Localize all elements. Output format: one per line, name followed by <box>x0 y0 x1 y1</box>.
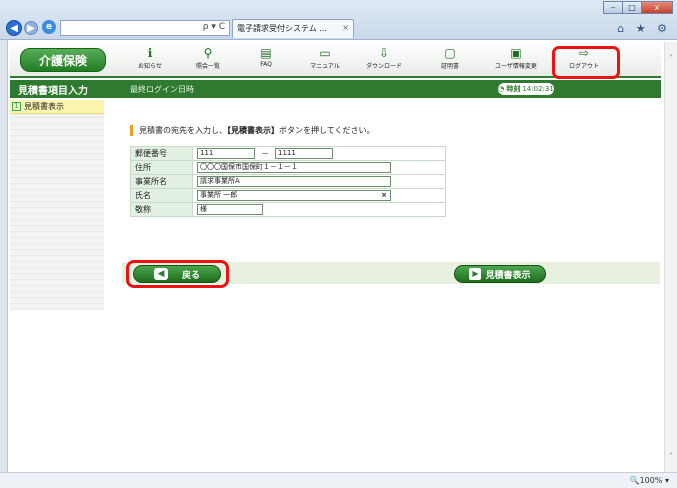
browser-back-icon[interactable]: ◀ <box>6 20 22 36</box>
form-row-address: 住所 〇〇〇国保市国保町１－１－１ <box>130 160 446 175</box>
document-icon: ▶ <box>469 268 482 280</box>
tab-close-icon[interactable]: × <box>342 23 349 32</box>
certificate-icon: ▢ <box>444 46 456 60</box>
postal-label: 郵便番号 <box>130 146 193 161</box>
address-input[interactable]: 〇〇〇国保市国保町１－１－１ <box>197 162 391 173</box>
menu-certificate[interactable]: ▢ 証明書 <box>428 45 472 75</box>
postal-code-2-input[interactable]: 1111 <box>275 148 333 159</box>
service-button[interactable]: 介護保険 <box>20 48 106 72</box>
browser-chrome: ◀ ▶ e ρ ▾ C 電子請求受付システム ... × ‒ □ x ⌂ ★ ⚙ <box>0 0 677 40</box>
notice-icon: ℹ <box>147 46 153 60</box>
form-row-name: 氏名 事業所 一郎 × <box>130 188 446 203</box>
honorific-label: 敬称 <box>130 202 193 217</box>
postal-separator: － <box>261 149 269 158</box>
honorific-input[interactable]: 様 <box>197 204 263 215</box>
office-name-input[interactable]: 請求事業所A <box>197 176 391 187</box>
address-label: 住所 <box>130 160 193 175</box>
postal-code-1-input[interactable]: 111 <box>197 148 255 159</box>
time-value: 14:02:31 <box>522 85 554 93</box>
form-row-postal: 郵便番号 111 － 1111 <box>130 146 446 161</box>
window-controls: ‒ □ x <box>603 1 673 14</box>
step-number-badge: 1 <box>12 102 21 111</box>
browser-forward-icon[interactable]: ▶ <box>24 21 38 35</box>
search-icon: ⚲ <box>203 46 213 60</box>
office-name-label: 事業所名 <box>130 174 193 189</box>
address-tools[interactable]: ρ ▾ C <box>203 22 225 32</box>
name-label: 氏名 <box>130 188 193 203</box>
status-bar: 🔍100% ▾ <box>0 472 677 488</box>
menu-faq[interactable]: ▤ FAQ <box>244 45 288 75</box>
sidebar: 1 見積書表示 <box>10 100 104 310</box>
app-header: 介護保険 ℹ お知らせ ⚲ 照会一覧 ▤ FAQ ▭ マニュアル ⇩ ダウンロー… <box>10 42 661 79</box>
sidebar-item-estimate-display[interactable]: 1 見積書表示 <box>10 100 104 114</box>
minimize-button[interactable]: ‒ <box>603 1 623 14</box>
manual-icon: ▭ <box>319 46 331 60</box>
download-icon: ⇩ <box>378 46 390 60</box>
recipient-form: 郵便番号 111 － 1111 住所 〇〇〇国保市国保町１－１－１ 事業所名 請求事… <box>130 146 446 217</box>
maximize-button[interactable]: □ <box>622 1 642 14</box>
last-login-label: 最終ログイン日時 <box>130 85 194 94</box>
user-info-icon: ▣ <box>510 46 522 60</box>
tab-title: 電子請求受付システム ... <box>237 24 327 33</box>
close-window-button[interactable]: x <box>641 1 673 14</box>
zoom-level[interactable]: 🔍100% ▾ <box>630 476 669 485</box>
menu-notice[interactable]: ℹ お知らせ <box>128 45 172 75</box>
back-highlight-frame <box>126 260 229 288</box>
time-display: ◔ 時刻 14:02:31 <box>498 83 554 95</box>
address-bar[interactable]: ρ ▾ C <box>60 20 230 36</box>
show-estimate-label: 見積書表示 <box>485 270 531 281</box>
menu-user-info[interactable]: ▣ ユーザ情報変更 <box>494 45 538 75</box>
window-left-edge <box>0 40 8 472</box>
clear-icon[interactable]: × <box>381 191 387 200</box>
ie-logo-icon: e <box>42 20 56 34</box>
scroll-down-icon[interactable]: ˅ <box>665 452 677 461</box>
time-label: 時刻 <box>506 85 521 93</box>
name-input[interactable]: 事業所 一郎 × <box>197 190 391 201</box>
logout-highlight-frame <box>552 46 620 79</box>
menu-inquiry-list[interactable]: ⚲ 照会一覧 <box>186 45 230 75</box>
clock-icon: ◔ <box>498 85 505 93</box>
browser-toolbar-icons[interactable]: ⌂ ★ ⚙ <box>617 22 671 35</box>
scroll-up-icon[interactable]: ˄ <box>665 54 677 63</box>
faq-icon: ▤ <box>260 46 272 60</box>
page-title: 見積書項目入力 <box>18 86 88 97</box>
sidebar-item-label: 見積書表示 <box>24 102 64 111</box>
page-subheader: 見積書項目入力 最終ログイン日時 ◔ 時刻 14:02:31 <box>10 80 661 98</box>
form-row-honorific: 敬称 様 <box>130 202 446 217</box>
form-row-office: 事業所名 請求事業所A <box>130 174 446 189</box>
show-estimate-button[interactable]: ▶ 見積書表示 <box>454 265 546 283</box>
vertical-scrollbar[interactable]: ˄ ˅ <box>664 42 677 472</box>
browser-tab[interactable]: 電子請求受付システム ... × <box>232 19 354 38</box>
menu-manual[interactable]: ▭ マニュアル <box>303 45 347 75</box>
menu-download[interactable]: ⇩ ダウンロード <box>362 45 406 75</box>
instruction-text: 見積書の宛先を入力し、【見積書表示】ボタンを押してください。 <box>130 125 375 136</box>
